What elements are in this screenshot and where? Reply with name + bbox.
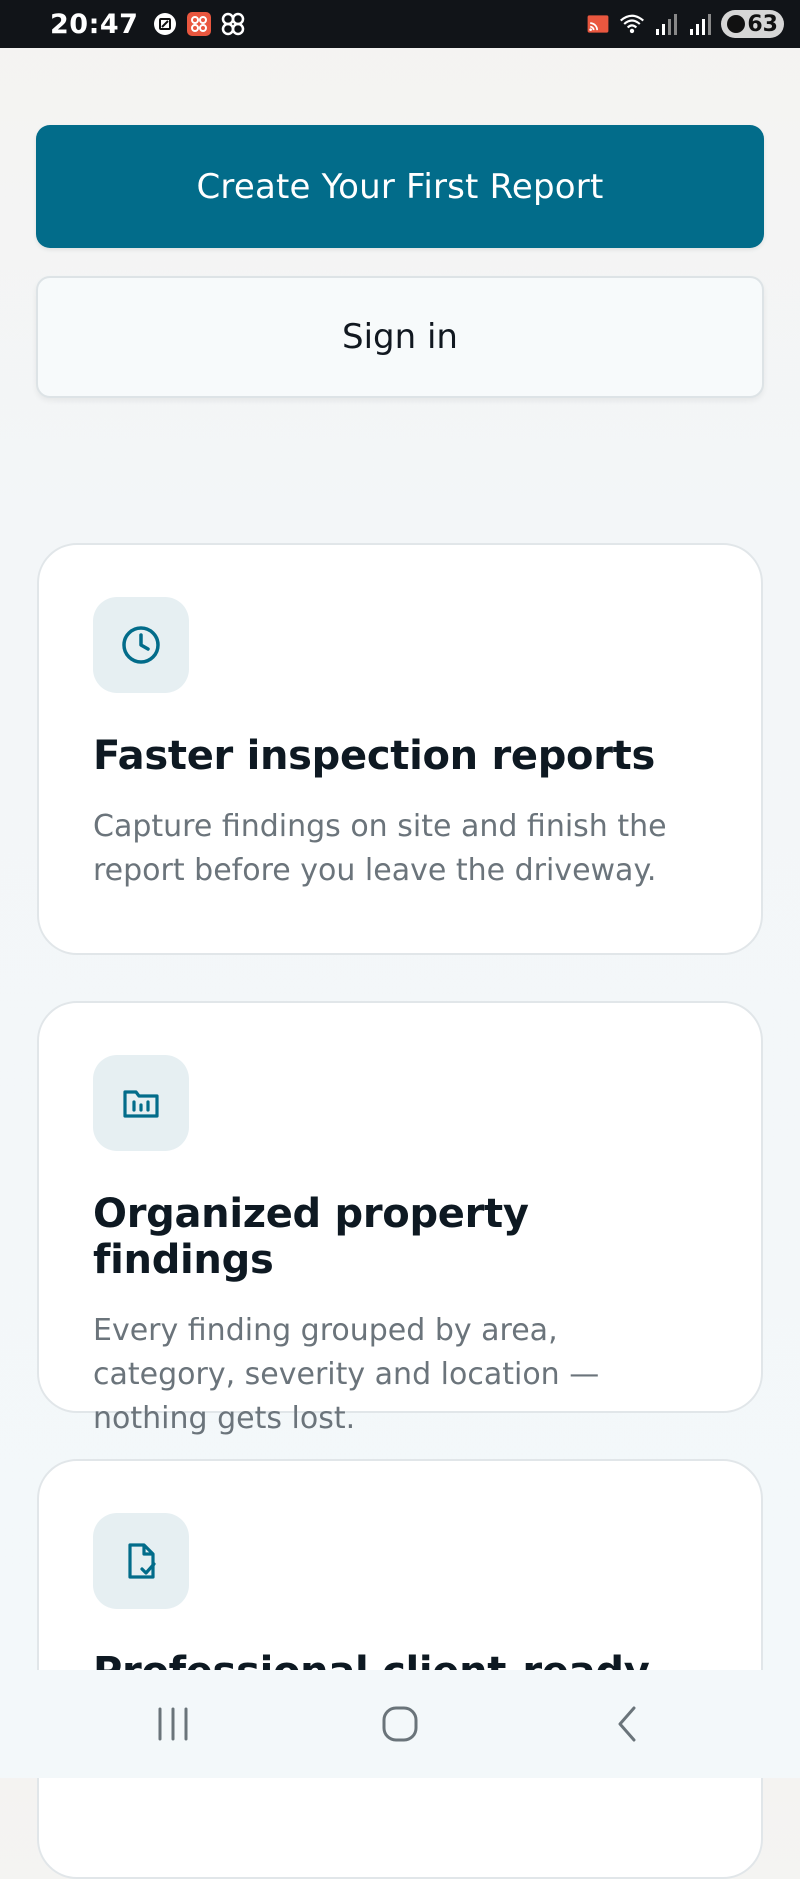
battery-level: 63 <box>747 11 778 37</box>
battery-indicator: 63 <box>721 10 784 38</box>
signal-icon <box>653 11 679 37</box>
battery-saver-icon <box>727 15 746 33</box>
feature-title: Organized property findings <box>93 1191 529 1283</box>
feature-card-faster-reports: Faster inspection reports Capture findin… <box>37 543 763 955</box>
clock-icon <box>93 597 189 693</box>
feature-title: Faster inspection reports <box>93 733 655 779</box>
cast-icon <box>585 11 611 37</box>
create-first-report-button[interactable]: Create Your First Report <box>36 125 764 248</box>
recent-apps-icon[interactable] <box>133 1694 213 1754</box>
system-navigation-bar <box>0 1670 800 1778</box>
feature-card-professional: Professional client-ready <box>37 1459 763 1879</box>
status-left: 20:47 <box>50 9 246 40</box>
back-icon[interactable] <box>587 1694 667 1754</box>
feature-description: Every finding grouped by area, category,… <box>93 1313 600 1436</box>
fan-icon <box>220 11 246 37</box>
status-right: 63 <box>585 10 784 38</box>
sign-in-button[interactable]: Sign in <box>36 276 764 398</box>
screenshot-icon <box>152 11 178 37</box>
app-notification-icon <box>186 11 212 37</box>
status-bar: 20:47 63 <box>0 0 800 48</box>
wifi-icon <box>619 11 645 37</box>
home-icon[interactable] <box>360 1694 440 1754</box>
status-time: 20:47 <box>50 8 139 40</box>
feature-card-organized-findings: Organized property findings Every findin… <box>37 1001 763 1436</box>
folder-chart-icon <box>93 1055 189 1151</box>
signal-icon <box>687 11 713 37</box>
feature-description: Capture findings on site and finish the … <box>93 809 667 888</box>
document-check-icon <box>93 1513 189 1609</box>
